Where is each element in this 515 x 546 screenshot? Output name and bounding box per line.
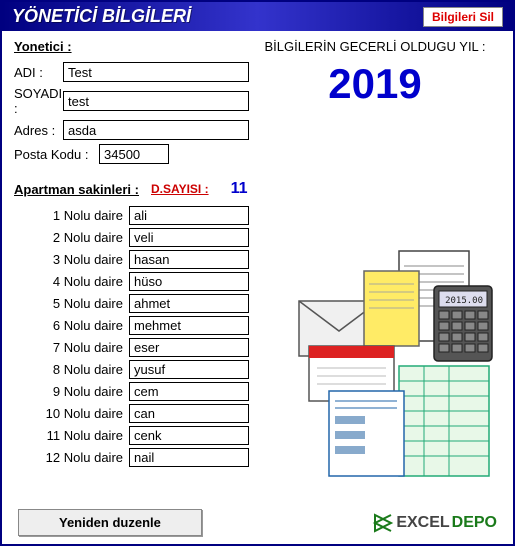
apartment-name-input[interactable] — [129, 360, 249, 379]
apartment-name-input[interactable] — [129, 404, 249, 423]
apartment-label: 8 Nolu daire — [14, 362, 129, 377]
title-bar: YÖNETİCİ BİLGİLERİ Bilgileri Sil — [2, 2, 513, 31]
residents-label: Apartman sakinleri : — [14, 182, 139, 197]
documents-illustration: 2015.00 — [269, 246, 499, 486]
apartment-row: 2 Nolu daire — [14, 228, 501, 247]
apartment-label: 2 Nolu daire — [14, 230, 129, 245]
apartment-label: 12 Nolu daire — [14, 450, 129, 465]
name-label: ADI : — [14, 65, 63, 80]
svg-text:2015.00: 2015.00 — [445, 296, 483, 306]
excel-icon — [372, 512, 394, 534]
residents-header: Apartman sakinleri : D.SAYISI : 11 — [14, 180, 501, 198]
postal-input[interactable] — [99, 144, 169, 164]
dsayisi-value: 11 — [231, 180, 248, 198]
brand-excel: EXCEL — [396, 514, 449, 532]
reorder-button[interactable]: Yeniden duzenle — [18, 509, 202, 536]
app-window: YÖNETİCİ BİLGİLERİ Bilgileri Sil Yonetic… — [0, 0, 515, 546]
apartment-name-input[interactable] — [129, 426, 249, 445]
dsayisi-label: D.SAYISI : — [151, 182, 209, 196]
apartment-name-input[interactable] — [129, 294, 249, 313]
year-label: BİLGİLERİN GECERLİ OLDUGU YIL : — [249, 39, 501, 54]
apartment-label: 11 Nolu daire — [14, 428, 129, 443]
brand-logo: EXCELDEPO — [372, 512, 497, 534]
content: Yonetici : ADI : SOYADI : Adres : Posta … — [2, 31, 513, 478]
apartment-name-input[interactable] — [129, 338, 249, 357]
apartment-name-input[interactable] — [129, 228, 249, 247]
apartment-label: 4 Nolu daire — [14, 274, 129, 289]
apartment-label: 6 Nolu daire — [14, 318, 129, 333]
address-input[interactable] — [63, 120, 249, 140]
delete-button[interactable]: Bilgileri Sil — [423, 7, 503, 27]
manager-section-label: Yonetici : — [14, 39, 249, 54]
apartment-name-input[interactable] — [129, 272, 249, 291]
header-buttons: Bilgileri Sil — [423, 7, 503, 27]
apartment-name-input[interactable] — [129, 382, 249, 401]
apartment-label: 3 Nolu daire — [14, 252, 129, 267]
manager-section: Yonetici : ADI : SOYADI : Adres : Posta … — [14, 39, 249, 168]
apartment-name-input[interactable] — [129, 316, 249, 335]
surname-input[interactable] — [63, 91, 249, 111]
apartment-row: 1 Nolu daire — [14, 206, 501, 225]
apartment-label: 9 Nolu daire — [14, 384, 129, 399]
name-input[interactable] — [63, 62, 249, 82]
brand-depo: DEPO — [452, 514, 497, 532]
apartment-label: 5 Nolu daire — [14, 296, 129, 311]
address-label: Adres : — [14, 123, 63, 138]
apartment-name-input[interactable] — [129, 448, 249, 467]
apartment-name-input[interactable] — [129, 206, 249, 225]
footer: Yeniden duzenle EXCELDEPO — [2, 509, 513, 536]
surname-label: SOYADI : — [14, 86, 63, 116]
apartment-label: 7 Nolu daire — [14, 340, 129, 355]
title-text: YÖNETİCİ BİLGİLERİ — [12, 6, 191, 27]
year-value: 2019 — [249, 60, 501, 108]
apartment-label: 1 Nolu daire — [14, 208, 129, 223]
apartment-label: 10 Nolu daire — [14, 406, 129, 421]
apartment-name-input[interactable] — [129, 250, 249, 269]
year-section: BİLGİLERİN GECERLİ OLDUGU YIL : 2019 — [249, 39, 501, 168]
postal-label: Posta Kodu : — [14, 147, 99, 162]
